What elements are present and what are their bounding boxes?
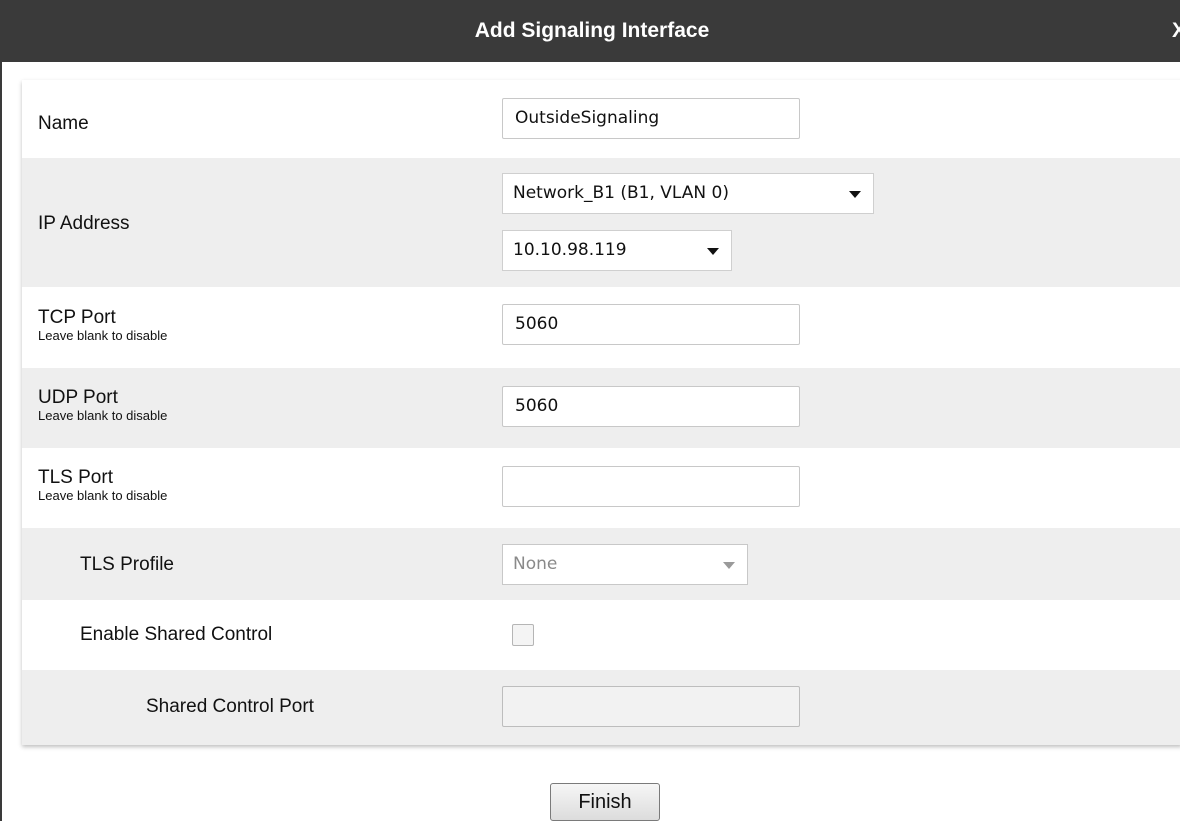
name-input[interactable]: OutsideSignaling [502, 98, 800, 139]
tls-port-row: TLS Port Leave blank to disable [22, 448, 1180, 528]
shared-control-port-label: Shared Control Port [146, 696, 314, 717]
tls-profile-row: TLS Profile None [22, 528, 1180, 600]
enable-shared-control-row: Enable Shared Control [22, 600, 1180, 670]
ip-address-row: IP Address Network_B1 (B1, VLAN 0) 10.10… [22, 158, 1180, 287]
network-select-value: Network_B1 (B1, VLAN 0) [513, 183, 729, 203]
finish-button[interactable]: Finish [550, 783, 660, 821]
add-signaling-interface-dialog: Add Signaling Interface X Name OutsideSi… [0, 0, 1180, 821]
tls-port-hint: Leave blank to disable [38, 488, 168, 503]
close-icon[interactable]: X [1172, 0, 1180, 62]
tls-profile-select[interactable]: None [502, 544, 748, 585]
chevron-down-icon [723, 562, 735, 569]
udp-port-row: UDP Port Leave blank to disable 5060 [22, 368, 1180, 448]
udp-port-hint: Leave blank to disable [38, 408, 168, 423]
tcp-port-hint: Leave blank to disable [38, 328, 168, 343]
tcp-port-input[interactable]: 5060 [502, 304, 800, 345]
tls-profile-label: TLS Profile [80, 554, 174, 575]
name-label: Name [38, 113, 89, 134]
enable-shared-control-checkbox[interactable] [512, 624, 534, 646]
signaling-interface-form: Name OutsideSignaling IP Address Network… [22, 80, 1180, 745]
chevron-down-icon [849, 191, 861, 198]
udp-port-input[interactable]: 5060 [502, 386, 800, 427]
ip-address-label: IP Address [38, 213, 130, 234]
tls-profile-value: None [513, 554, 558, 574]
name-row: Name OutsideSignaling [22, 80, 1180, 158]
udp-port-label: UDP Port Leave blank to disable [38, 387, 168, 424]
tcp-port-row: TCP Port Leave blank to disable 5060 [22, 287, 1180, 368]
enable-shared-control-label: Enable Shared Control [80, 624, 273, 645]
ip-select[interactable]: 10.10.98.119 [502, 230, 732, 271]
dialog-titlebar: Add Signaling Interface X [2, 0, 1180, 62]
network-select[interactable]: Network_B1 (B1, VLAN 0) [502, 173, 874, 214]
tls-port-input[interactable] [502, 466, 800, 507]
shared-control-port-input[interactable] [502, 686, 800, 727]
tls-port-label: TLS Port Leave blank to disable [38, 467, 168, 504]
ip-select-value: 10.10.98.119 [513, 240, 627, 260]
shared-control-port-row: Shared Control Port [22, 670, 1180, 745]
dialog-title: Add Signaling Interface [474, 19, 710, 42]
chevron-down-icon [707, 248, 719, 255]
tcp-port-label: TCP Port Leave blank to disable [38, 307, 168, 344]
